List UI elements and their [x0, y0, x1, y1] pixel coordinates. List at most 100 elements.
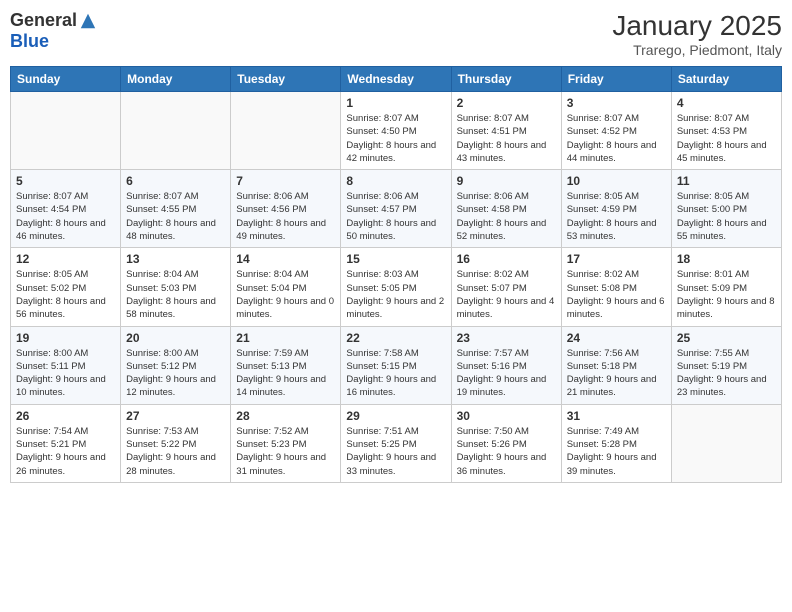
weekday-header: Wednesday	[341, 67, 451, 92]
day-number: 24	[567, 331, 666, 345]
calendar-cell: 14Sunrise: 8:04 AM Sunset: 5:04 PM Dayli…	[231, 248, 341, 326]
calendar-cell: 28 Sunrise: 7:52 AM Sunset: 5:23 PM Dayli…	[231, 404, 341, 482]
calendar-cell: 15 Sunrise: 8:03 AM Sunset: 5:05 PM Dayli…	[341, 248, 451, 326]
day-info: Sunrise: 8:06 AM Sunset: 4:58 PM Dayligh…	[457, 190, 556, 243]
day-info: Sunrise: 7:53 AM Sunset: 5:22 PM Dayligh…	[126, 425, 225, 478]
day-number: 17	[567, 252, 666, 266]
day-number: 25	[677, 331, 776, 345]
day-info: Sunrise: 8:07 AM Sunset: 4:51 PM Dayligh…	[457, 112, 556, 165]
calendar-cell: 4Sunrise: 8:07 AM Sunset: 4:53 PM Daylig…	[671, 92, 781, 170]
day-info: Sunrise: 8:05 AM Sunset: 4:59 PM Dayligh…	[567, 190, 666, 243]
calendar-cell: 1 Sunrise: 8:07 AM Sunset: 4:50 PM Daylig…	[341, 92, 451, 170]
weekday-header: Monday	[121, 67, 231, 92]
calendar-cell	[231, 92, 341, 170]
day-number: 16	[457, 252, 556, 266]
day-info: Sunrise: 7:52 AM Sunset: 5:23 PM Dayligh…	[236, 425, 335, 478]
day-number: 28	[236, 409, 335, 423]
calendar-cell: 13Sunrise: 8:04 AM Sunset: 5:03 PM Dayli…	[121, 248, 231, 326]
month-title: January 2025	[612, 10, 782, 42]
calendar-table: SundayMondayTuesdayWednesdayThursdayFrid…	[10, 66, 782, 483]
calendar-cell: 21 Sunrise: 7:59 AM Sunset: 5:13 PM Dayli…	[231, 326, 341, 404]
week-row: 1 Sunrise: 8:07 AM Sunset: 4:50 PM Daylig…	[11, 92, 782, 170]
calendar-cell	[671, 404, 781, 482]
page-header: General Blue January 2025 Trarego, Piedm…	[10, 10, 782, 58]
day-info: Sunrise: 8:05 AM Sunset: 5:02 PM Dayligh…	[16, 268, 115, 321]
title-section: January 2025 Trarego, Piedmont, Italy	[612, 10, 782, 58]
calendar-cell: 24 Sunrise: 7:56 AM Sunset: 5:18 PM Dayli…	[561, 326, 671, 404]
day-number: 2	[457, 96, 556, 110]
day-info: Sunrise: 8:07 AM Sunset: 4:50 PM Dayligh…	[346, 112, 445, 165]
calendar-cell: 18 Sunrise: 8:01 AM Sunset: 5:09 PM Dayli…	[671, 248, 781, 326]
day-number: 1	[346, 96, 445, 110]
day-number: 22	[346, 331, 445, 345]
weekday-header: Thursday	[451, 67, 561, 92]
logo-general: General	[10, 10, 77, 31]
calendar-cell: 30Sunrise: 7:50 AM Sunset: 5:26 PM Dayli…	[451, 404, 561, 482]
week-row: 26 Sunrise: 7:54 AM Sunset: 5:21 PM Dayli…	[11, 404, 782, 482]
calendar-page: General Blue January 2025 Trarego, Piedm…	[0, 0, 792, 612]
weekday-header: Tuesday	[231, 67, 341, 92]
calendar-cell: 12 Sunrise: 8:05 AM Sunset: 5:02 PM Dayli…	[11, 248, 121, 326]
day-number: 12	[16, 252, 115, 266]
logo: General Blue	[10, 10, 97, 52]
logo-icon	[79, 12, 97, 30]
day-info: Sunrise: 7:59 AM Sunset: 5:13 PM Dayligh…	[236, 347, 335, 400]
day-info: Sunrise: 7:49 AM Sunset: 5:28 PM Dayligh…	[567, 425, 666, 478]
day-number: 10	[567, 174, 666, 188]
calendar-cell: 23Sunrise: 7:57 AM Sunset: 5:16 PM Dayli…	[451, 326, 561, 404]
calendar-cell: 9 Sunrise: 8:06 AM Sunset: 4:58 PM Daylig…	[451, 170, 561, 248]
day-number: 31	[567, 409, 666, 423]
day-info: Sunrise: 8:05 AM Sunset: 5:00 PM Dayligh…	[677, 190, 776, 243]
day-info: Sunrise: 7:55 AM Sunset: 5:19 PM Dayligh…	[677, 347, 776, 400]
day-info: Sunrise: 7:56 AM Sunset: 5:18 PM Dayligh…	[567, 347, 666, 400]
calendar-cell: 29Sunrise: 7:51 AM Sunset: 5:25 PM Dayli…	[341, 404, 451, 482]
day-info: Sunrise: 8:06 AM Sunset: 4:56 PM Dayligh…	[236, 190, 335, 243]
day-number: 23	[457, 331, 556, 345]
week-row: 19 Sunrise: 8:00 AM Sunset: 5:11 PM Dayli…	[11, 326, 782, 404]
day-number: 15	[346, 252, 445, 266]
day-number: 27	[126, 409, 225, 423]
logo-blue: Blue	[10, 31, 49, 52]
calendar-cell: 26 Sunrise: 7:54 AM Sunset: 5:21 PM Dayli…	[11, 404, 121, 482]
weekday-header: Friday	[561, 67, 671, 92]
day-number: 18	[677, 252, 776, 266]
calendar-cell	[121, 92, 231, 170]
calendar-cell: 10 Sunrise: 8:05 AM Sunset: 4:59 PM Dayli…	[561, 170, 671, 248]
day-number: 5	[16, 174, 115, 188]
day-info: Sunrise: 8:07 AM Sunset: 4:52 PM Dayligh…	[567, 112, 666, 165]
day-number: 19	[16, 331, 115, 345]
day-info: Sunrise: 8:00 AM Sunset: 5:12 PM Dayligh…	[126, 347, 225, 400]
calendar-cell: 19 Sunrise: 8:00 AM Sunset: 5:11 PM Dayli…	[11, 326, 121, 404]
calendar-cell: 7Sunrise: 8:06 AM Sunset: 4:56 PM Daylig…	[231, 170, 341, 248]
day-number: 3	[567, 96, 666, 110]
day-info: Sunrise: 8:00 AM Sunset: 5:11 PM Dayligh…	[16, 347, 115, 400]
day-number: 8	[346, 174, 445, 188]
day-number: 6	[126, 174, 225, 188]
calendar-cell: 3 Sunrise: 8:07 AM Sunset: 4:52 PM Daylig…	[561, 92, 671, 170]
day-info: Sunrise: 8:01 AM Sunset: 5:09 PM Dayligh…	[677, 268, 776, 321]
day-number: 9	[457, 174, 556, 188]
day-number: 21	[236, 331, 335, 345]
day-number: 11	[677, 174, 776, 188]
calendar-cell: 6Sunrise: 8:07 AM Sunset: 4:55 PM Daylig…	[121, 170, 231, 248]
logo-text: General	[10, 10, 97, 31]
weekday-header: Saturday	[671, 67, 781, 92]
day-info: Sunrise: 7:58 AM Sunset: 5:15 PM Dayligh…	[346, 347, 445, 400]
day-number: 30	[457, 409, 556, 423]
calendar-cell: 11 Sunrise: 8:05 AM Sunset: 5:00 PM Dayli…	[671, 170, 781, 248]
calendar-cell: 31 Sunrise: 7:49 AM Sunset: 5:28 PM Dayli…	[561, 404, 671, 482]
day-number: 26	[16, 409, 115, 423]
calendar-cell: 20Sunrise: 8:00 AM Sunset: 5:12 PM Dayli…	[121, 326, 231, 404]
day-info: Sunrise: 8:03 AM Sunset: 5:05 PM Dayligh…	[346, 268, 445, 321]
day-info: Sunrise: 8:07 AM Sunset: 4:53 PM Dayligh…	[677, 112, 776, 165]
day-number: 14	[236, 252, 335, 266]
calendar-cell: 17Sunrise: 8:02 AM Sunset: 5:08 PM Dayli…	[561, 248, 671, 326]
day-number: 13	[126, 252, 225, 266]
day-info: Sunrise: 7:54 AM Sunset: 5:21 PM Dayligh…	[16, 425, 115, 478]
calendar-cell: 5Sunrise: 8:07 AM Sunset: 4:54 PM Daylig…	[11, 170, 121, 248]
location: Trarego, Piedmont, Italy	[612, 42, 782, 58]
week-row: 5Sunrise: 8:07 AM Sunset: 4:54 PM Daylig…	[11, 170, 782, 248]
calendar-cell: 16Sunrise: 8:02 AM Sunset: 5:07 PM Dayli…	[451, 248, 561, 326]
calendar-cell: 27 Sunrise: 7:53 AM Sunset: 5:22 PM Dayli…	[121, 404, 231, 482]
calendar-cell: 8Sunrise: 8:06 AM Sunset: 4:57 PM Daylig…	[341, 170, 451, 248]
